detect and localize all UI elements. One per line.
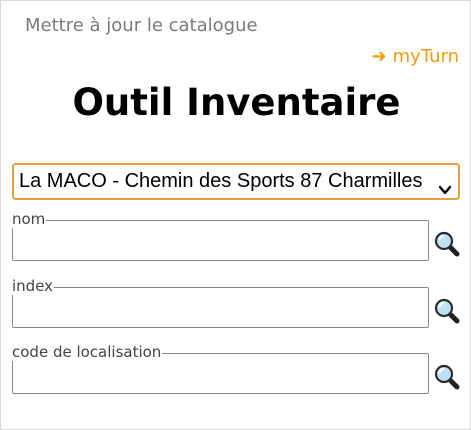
arrow-right-icon: ➜ (371, 46, 387, 67)
location-code-field-group: code de localisation (12, 344, 429, 394)
search-icon (433, 297, 461, 325)
location-code-search-button[interactable] (433, 363, 461, 391)
myturn-link-label: myTurn (392, 46, 459, 67)
index-search-button[interactable] (433, 297, 461, 325)
nom-input[interactable] (14, 222, 429, 261)
index-input[interactable] (14, 289, 429, 328)
nom-field-group: nom (12, 211, 429, 261)
location-code-input[interactable] (14, 355, 429, 394)
index-field-group: index (12, 278, 429, 328)
update-catalog-link[interactable]: Mettre à jour le catalogue (25, 15, 258, 36)
myturn-link[interactable]: ➜ myTurn (372, 46, 459, 67)
chevron-down-icon (438, 175, 452, 195)
search-icon (433, 363, 461, 391)
page-title: Outil Inventaire (72, 81, 401, 124)
search-icon (433, 230, 461, 258)
nom-search-button[interactable] (433, 230, 461, 258)
location-select[interactable]: La MACO - Chemin des Sports 87 Charmille… (12, 163, 460, 200)
app-panel: Mettre à jour le catalogue ➜ myTurn Outil… (0, 0, 471, 430)
location-select-value: La MACO - Chemin des Sports 87 Charmille… (19, 170, 423, 192)
